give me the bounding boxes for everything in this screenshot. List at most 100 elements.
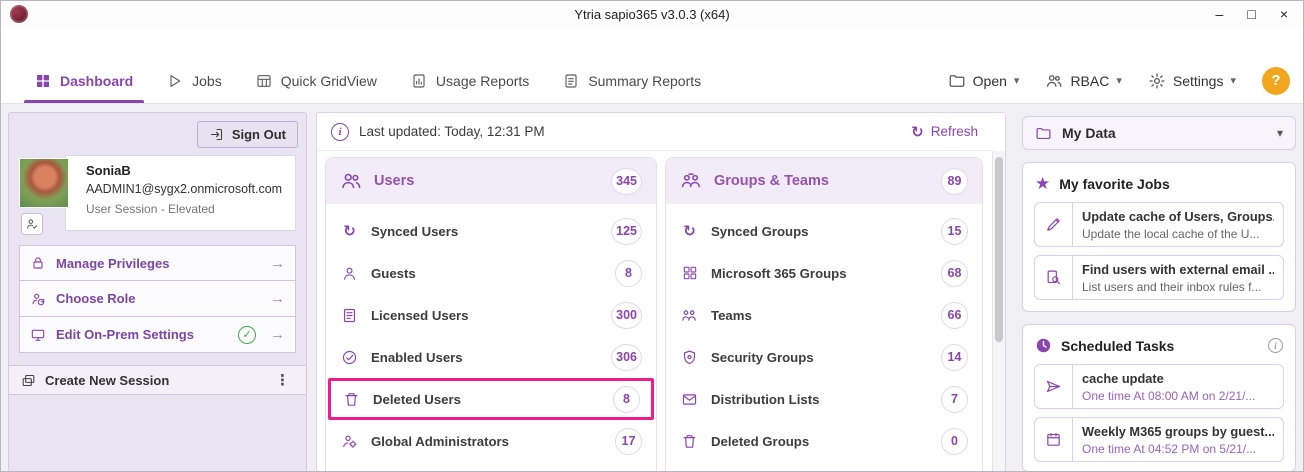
chevron-down-icon: ▾	[1014, 74, 1020, 87]
task-subtitle: One time At 04:52 PM on 5/21/...	[1082, 442, 1274, 456]
stat-row-distribution-lists[interactable]: Distribution Lists 7	[666, 378, 982, 420]
chevron-down-icon: ▾	[1116, 74, 1122, 87]
stat-row-security-groups[interactable]: Security Groups 14	[666, 336, 982, 378]
maximize-button[interactable]: □	[1247, 7, 1255, 21]
users-card: Users 345 ↻ Synced Users 125 Guests 8	[325, 157, 657, 472]
vertical-scrollbar[interactable]	[992, 151, 1005, 471]
teams-people-icon	[680, 307, 699, 324]
rbac-label: RBAC	[1070, 73, 1109, 89]
tab-dashboard[interactable]: Dashboard	[18, 58, 150, 103]
refresh-icon: ↻	[911, 123, 924, 141]
scheduled-tasks-title: Scheduled Tasks	[1061, 338, 1259, 354]
stat-count-badge: 7	[941, 386, 968, 413]
users-card-title: Users	[374, 173, 599, 189]
favorite-jobs-header: ★ My favorite Jobs	[1034, 171, 1284, 194]
user-info-card: SoniaB AADMIN1@sygx2.onmicrosoft.com Use…	[65, 155, 296, 231]
tab-label: Usage Reports	[436, 73, 529, 89]
pen-icon	[1035, 203, 1073, 246]
groups-card-header[interactable]: Groups & Teams 89	[666, 158, 982, 204]
stat-row-synced-groups[interactable]: ↻ Synced Groups 15	[666, 210, 982, 252]
jobs-play-icon	[167, 73, 183, 89]
title-bar: Ytria sapio365 v3.0.3 (x64) – □ ×	[0, 0, 1304, 28]
stat-row-enabled-users[interactable]: Enabled Users 306	[326, 336, 656, 378]
tab-usage-reports[interactable]: Usage Reports	[394, 58, 546, 103]
server-settings-icon	[30, 327, 46, 343]
stat-count-badge: 14	[941, 344, 968, 371]
stat-row-guests[interactable]: Guests 8	[326, 252, 656, 294]
stat-row-deleted-groups[interactable]: Deleted Groups 0	[666, 420, 982, 462]
tab-summary-reports[interactable]: Summary Reports	[546, 58, 718, 103]
star-icon: ★	[1035, 175, 1050, 192]
info-icon[interactable]: i	[1268, 338, 1283, 353]
help-button[interactable]: ?	[1262, 67, 1290, 95]
favorite-jobs-title: My favorite Jobs	[1059, 176, 1283, 192]
toolbar: Open ▾ RBAC ▾ Settings ▾ ?	[948, 58, 1304, 103]
sidebar-item-manage-privileges[interactable]: Manage Privileges →	[19, 245, 296, 281]
lock-icon	[30, 255, 46, 271]
favorite-job-item[interactable]: Find users with external email ... List …	[1034, 255, 1284, 300]
arrow-right-icon: →	[270, 290, 285, 307]
favorite-job-item[interactable]: Update cache of Users, Groups... Update …	[1034, 202, 1284, 247]
refresh-button[interactable]: ↻ Refresh	[911, 123, 978, 141]
scheduled-task-item[interactable]: Weekly M365 groups by guest... One time …	[1034, 417, 1284, 462]
last-updated-text: Last updated: Today, 12:31 PM	[359, 124, 545, 139]
license-document-icon	[340, 307, 359, 324]
folder-open-icon	[948, 72, 966, 90]
groups-total-badge: 89	[941, 168, 968, 195]
sidebar-item-edit-onprem-settings[interactable]: Edit On-Prem Settings ✓ →	[19, 317, 296, 353]
tab-jobs[interactable]: Jobs	[150, 58, 239, 103]
close-button[interactable]: ×	[1280, 7, 1288, 21]
shield-icon	[680, 349, 699, 366]
guest-user-icon	[340, 265, 359, 282]
stat-row-teams[interactable]: Teams 66	[666, 294, 982, 336]
stat-row-synced-users[interactable]: ↻ Synced Users 125	[326, 210, 656, 252]
settings-menu[interactable]: Settings ▾	[1148, 72, 1236, 90]
stat-row-global-administrators[interactable]: Global Administrators 17	[326, 420, 656, 462]
stat-label: Microsoft 365 Groups	[711, 266, 929, 281]
task-title: Weekly M365 groups by guest...	[1082, 424, 1274, 439]
open-menu[interactable]: Open ▾	[948, 72, 1020, 90]
dashboard-grid-icon	[35, 73, 51, 89]
stat-count-badge: 300	[611, 302, 642, 329]
sidebar-item-choose-role[interactable]: Choose Role →	[19, 281, 296, 317]
stat-label: Deleted Groups	[711, 434, 929, 449]
stat-label: Synced Users	[371, 224, 599, 239]
people-icon	[1045, 72, 1063, 90]
stat-count-badge: 8	[615, 260, 642, 287]
job-subtitle: Update the local cache of the U...	[1082, 227, 1274, 241]
my-data-folder-icon	[1035, 125, 1052, 142]
stat-row-m365-groups[interactable]: Microsoft 365 Groups 68	[666, 252, 982, 294]
stat-count-badge: 125	[611, 218, 642, 245]
sign-out-button[interactable]: Sign Out	[197, 121, 298, 148]
create-new-session-button[interactable]: Create New Session ⋮	[9, 365, 306, 395]
admin-user-icon	[340, 433, 359, 450]
task-title: cache update	[1082, 371, 1274, 386]
groups-card-title: Groups & Teams	[714, 173, 929, 189]
stat-count-badge: 68	[941, 260, 968, 287]
sign-out-label: Sign Out	[232, 127, 286, 142]
check-circle-icon	[340, 349, 359, 366]
stat-label: Guests	[371, 266, 603, 281]
calendar-icon	[1035, 418, 1073, 461]
new-window-icon	[21, 373, 36, 388]
job-title: Update cache of Users, Groups...	[1082, 209, 1274, 224]
kebab-menu-icon[interactable]: ⋮	[271, 371, 294, 389]
gear-icon	[1148, 72, 1166, 90]
rbac-menu[interactable]: RBAC ▾	[1045, 72, 1121, 90]
task-text: Weekly M365 groups by guest... One time …	[1073, 418, 1283, 461]
create-session-label: Create New Session	[45, 373, 262, 388]
scrollbar-thumb[interactable]	[995, 157, 1003, 342]
send-task-icon	[1035, 365, 1073, 408]
dashboard-panel: i Last updated: Today, 12:31 PM ↻ Refres…	[316, 112, 1006, 472]
my-data-section[interactable]: My Data ▾	[1022, 116, 1296, 150]
users-card-header[interactable]: Users 345	[326, 158, 656, 204]
stat-row-deleted-users[interactable]: Deleted Users 8	[328, 378, 654, 420]
scheduled-task-item[interactable]: cache update One time At 08:00 AM on 2/2…	[1034, 364, 1284, 409]
chevron-down-icon: ▾	[1230, 74, 1236, 87]
arrow-right-icon: →	[270, 326, 285, 343]
minimize-button[interactable]: –	[1216, 7, 1224, 21]
tab-quick-gridview[interactable]: Quick GridView	[239, 58, 394, 103]
stat-row-licensed-users[interactable]: Licensed Users 300	[326, 294, 656, 336]
tab-bar: Dashboard Jobs Quick GridView Usage Repo…	[0, 58, 1304, 104]
stat-label: Distribution Lists	[711, 392, 929, 407]
